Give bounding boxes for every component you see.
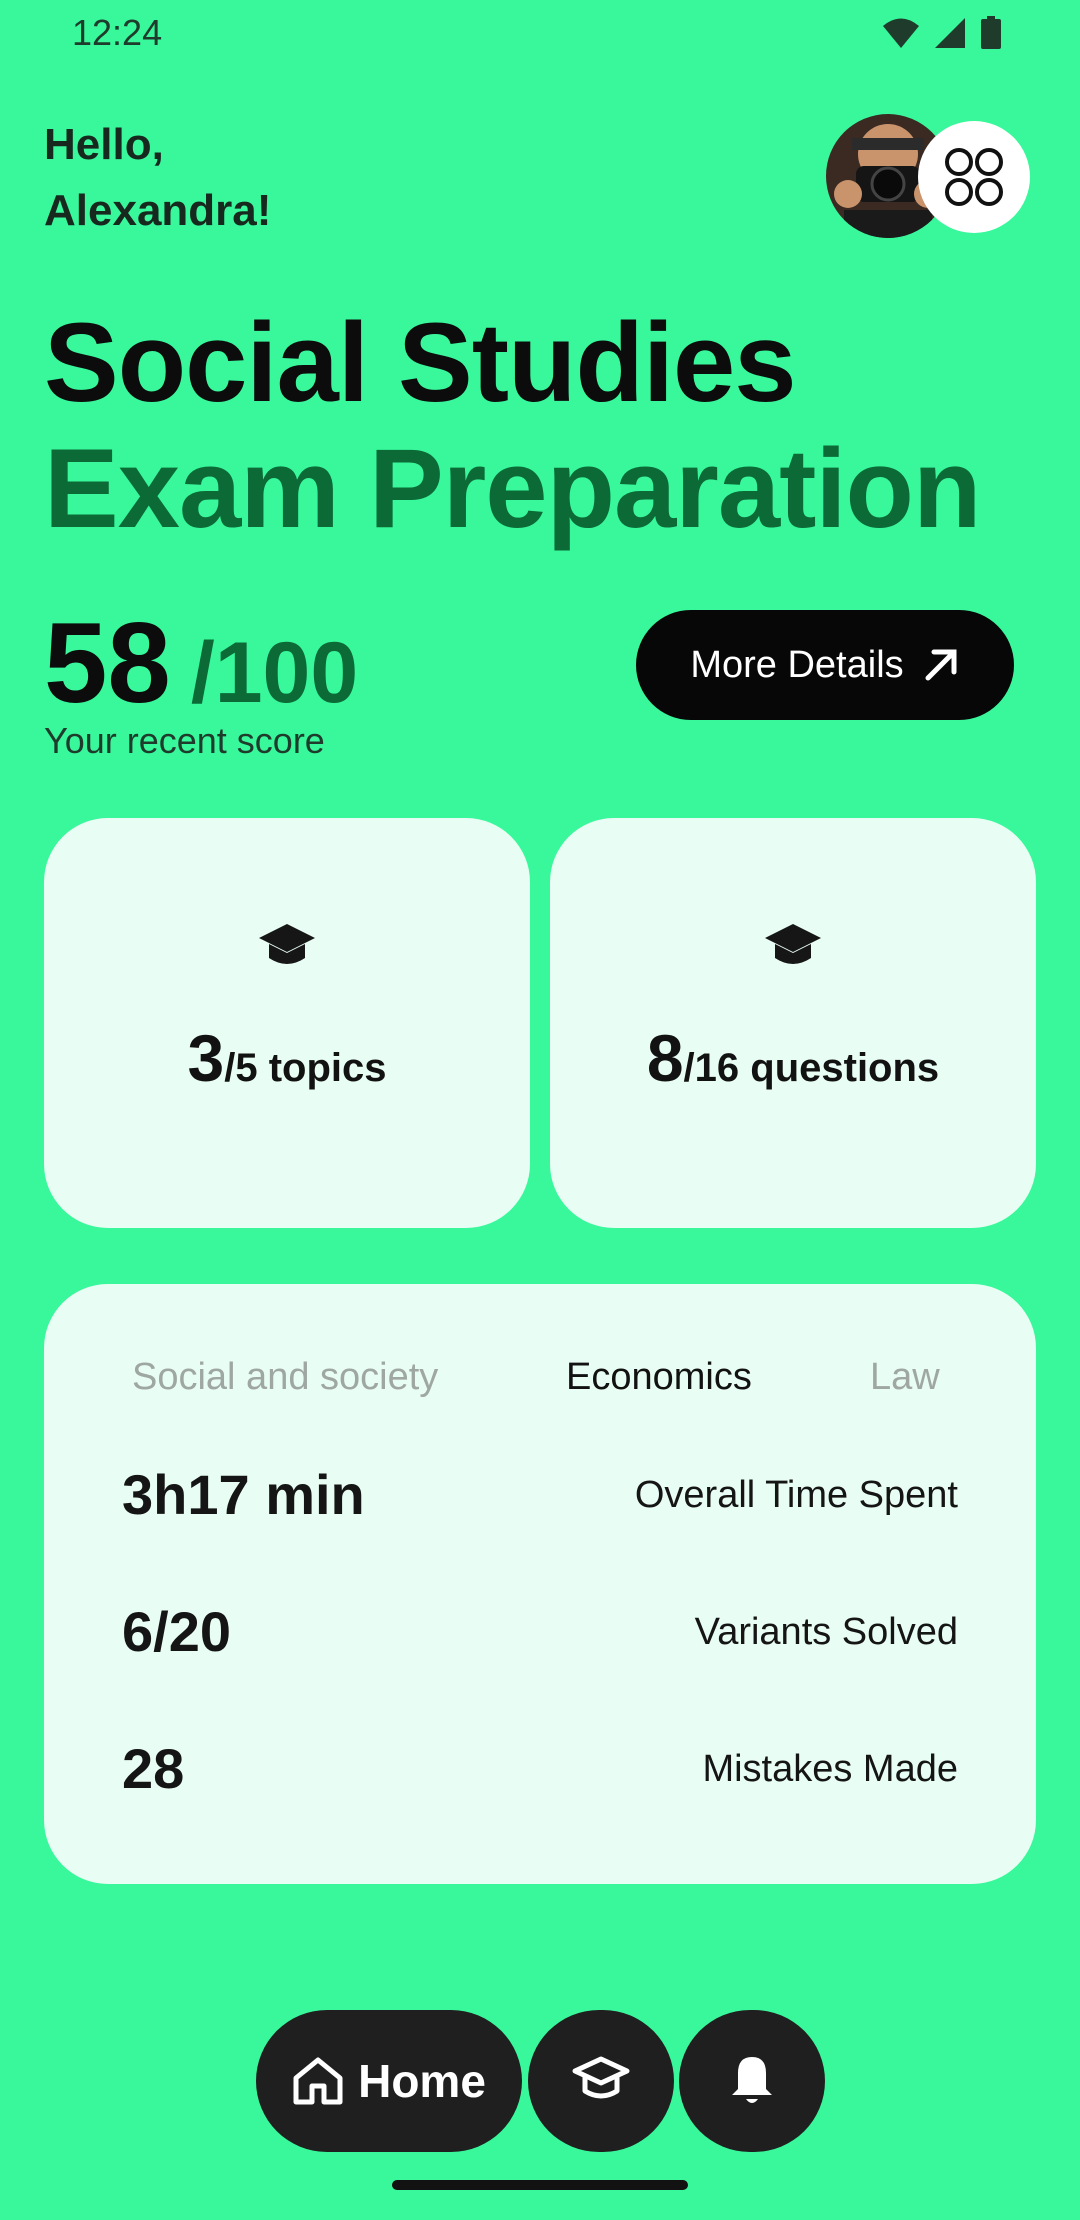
score-value: 58 (44, 600, 171, 727)
questions-progress: 8/16 questions (647, 1020, 939, 1096)
topics-total: /5 topics (224, 1046, 387, 1090)
graduation-cap-icon (572, 2056, 630, 2099)
greeting-line-1: Hello, (44, 120, 164, 169)
mistakes-value: 28 (122, 1737, 185, 1800)
questions-total: /16 questions (683, 1046, 940, 1090)
nav-home-label: Home (358, 2055, 486, 2107)
page-subtitle: Exam Preparation (44, 426, 981, 551)
grid-menu-icon (945, 148, 1003, 206)
variants-solved-value: 6/20 (122, 1600, 231, 1663)
time-spent-value: 3h17 min (122, 1463, 365, 1526)
status-icons (882, 16, 1002, 50)
status-time: 12:24 (72, 12, 163, 53)
tab-economics[interactable]: Economics (566, 1356, 752, 1399)
questions-count: 8 (646, 1021, 684, 1095)
nav-notifications-button[interactable] (679, 2010, 825, 2152)
battery-icon (981, 16, 1001, 49)
mistakes-label: Mistakes Made (702, 1748, 958, 1790)
apps-menu-button[interactable] (918, 121, 1030, 233)
topics-count: 3 (187, 1021, 225, 1095)
score-label: Your recent score (44, 720, 325, 761)
stats-panel: Social and society Economics Law 3h17 mi… (44, 1284, 1036, 1884)
greeting: Hello, Alexandra! (44, 112, 271, 244)
variants-solved-label: Variants Solved (694, 1611, 958, 1653)
graduation-cap-icon (765, 924, 821, 964)
arrow-up-right-icon (925, 649, 957, 681)
wifi-icon (883, 18, 919, 48)
graduation-cap-icon (259, 924, 315, 964)
nav-courses-button[interactable] (528, 2010, 674, 2152)
time-spent-label: Overall Time Spent (634, 1474, 958, 1516)
tab-law[interactable]: Law (870, 1356, 940, 1399)
more-details-label: More Details (690, 643, 904, 686)
score-total: /100 (190, 625, 359, 721)
tab-social-and-society[interactable]: Social and society (132, 1356, 438, 1399)
signal-icon (935, 18, 965, 48)
recent-score: 58/100 (44, 598, 358, 729)
home-indicator[interactable] (392, 2180, 688, 2190)
questions-card[interactable]: 8/16 questions (550, 818, 1036, 1228)
bell-icon (732, 2057, 772, 2103)
page-title: Social Studies (44, 300, 797, 425)
home-icon (293, 2057, 343, 2105)
topics-progress: 3/5 topics (188, 1020, 387, 1096)
greeting-user-name: Alexandra! (44, 186, 272, 235)
topics-card[interactable]: 3/5 topics (44, 818, 530, 1228)
more-details-button[interactable]: More Details (636, 610, 1014, 720)
nav-home-button[interactable]: Home (256, 2010, 522, 2152)
